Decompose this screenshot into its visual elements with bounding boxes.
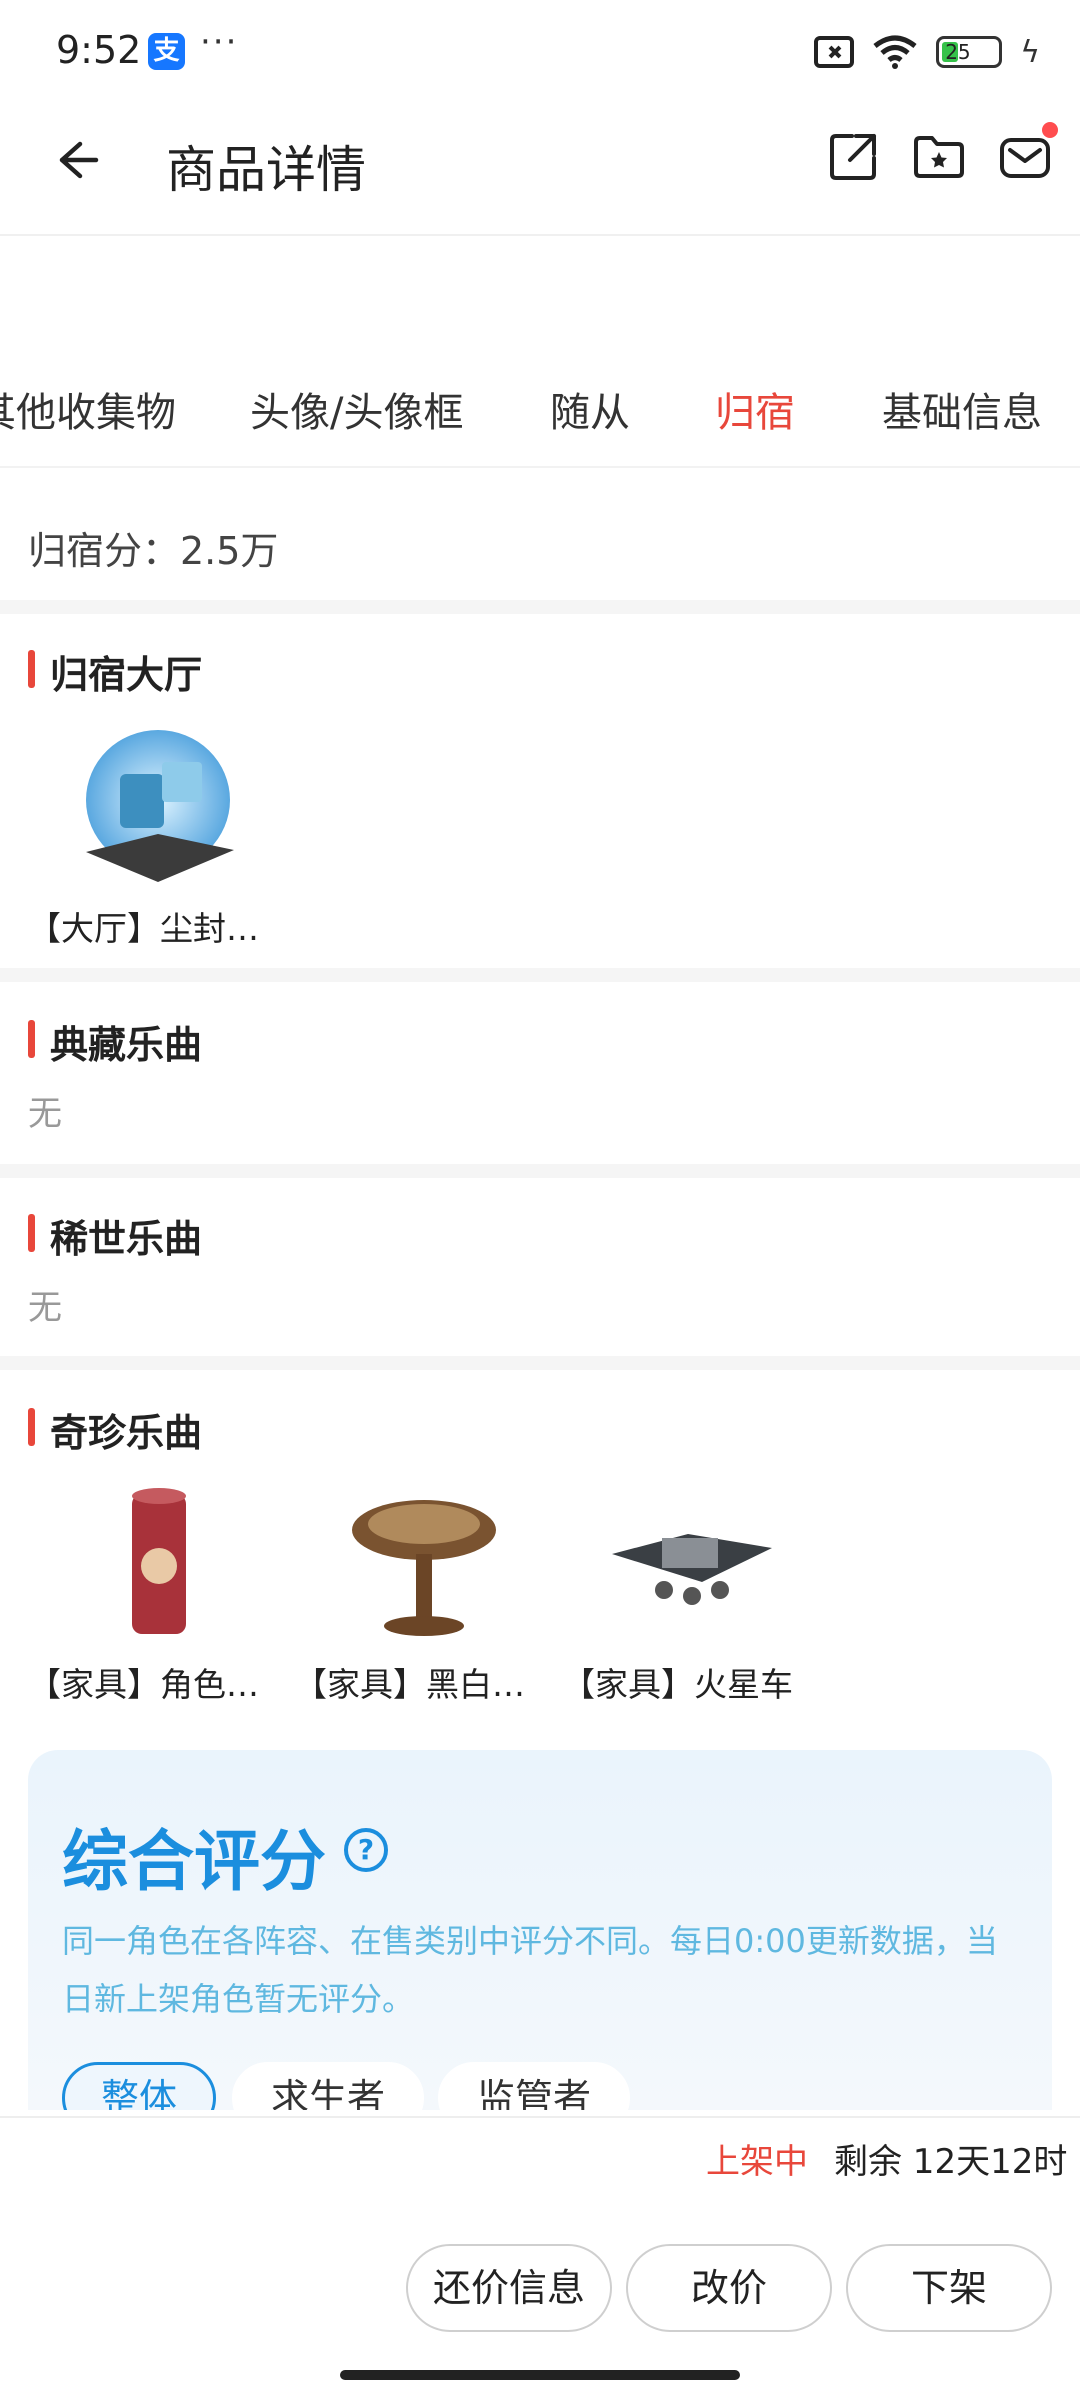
treasure-item-name: 【家具】角色… — [28, 1665, 259, 1704]
page-title: 商品详情 — [166, 141, 366, 199]
treasure-item-name: 【家具】火星车 — [562, 1665, 793, 1704]
classic-music-empty: 无 — [28, 1094, 62, 1134]
home-score-section: 归宿分：2.5万 — [0, 470, 1080, 600]
unread-dot-badge — [1042, 122, 1058, 138]
section-title-hall: 归宿大厅 — [28, 644, 202, 699]
tab-other-collectibles[interactable]: 其他收集物 — [0, 380, 176, 438]
listing-status: 上架中 — [706, 2142, 808, 2182]
section-title-treasure-music: 奇珍乐曲 — [28, 1402, 202, 1457]
favorite-folder-icon[interactable] — [912, 130, 966, 184]
back-arrow-icon[interactable] — [48, 130, 108, 190]
tab-basic-info[interactable]: 基础信息 — [882, 380, 1042, 438]
wifi-icon — [873, 35, 917, 69]
treasure-item[interactable]: 【家具】角色… — [28, 1478, 298, 1706]
tab-avatar-frame[interactable]: 头像/头像框 — [250, 380, 463, 438]
filter-pill-overall[interactable]: 整体 — [62, 2062, 217, 2110]
filter-pill-hunter[interactable]: 监管者 — [438, 2062, 631, 2110]
no-sim-icon — [814, 36, 855, 68]
change-price-button[interactable]: 改价 — [626, 2244, 832, 2332]
furniture-thumbnail — [132, 1488, 186, 1634]
section-title-rare-music: 稀世乐曲 — [28, 1208, 202, 1263]
treasure-item-name: 【家具】黑白… — [294, 1665, 525, 1704]
furniture-thumbnail — [352, 1500, 496, 1636]
home-score: 归宿分：2.5万 — [28, 529, 279, 573]
filter-pill-survivor[interactable]: 求生者 — [232, 2062, 425, 2110]
remaining-time: 剩余 12天12时 — [834, 2142, 1068, 2182]
overall-rating-card: 综合评分 ? 同一角色在各阵容、在售类别中评分不同。每日0:00更新数据，当日新… — [28, 1750, 1052, 2110]
share-icon[interactable] — [826, 130, 880, 184]
status-bar: 9:52 支 ··· 25 ϟ — [0, 0, 1080, 100]
category-tabs: 其他收集物 头像/头像框 随从 归宿 基础信息 — [0, 350, 1080, 468]
hall-item-name: 【大厅】尘封… — [28, 909, 259, 948]
section-divider — [0, 968, 1080, 982]
rating-description: 同一角色在各阵容、在售类别中评分不同。每日0:00更新数据，当日新上架角色暂无评… — [62, 1922, 998, 2018]
message-button[interactable] — [998, 122, 1058, 184]
treasure-item[interactable]: 【家具】火星车 — [562, 1478, 832, 1706]
hall-thumbnail — [86, 730, 234, 882]
tab-followers[interactable]: 随从 — [550, 380, 630, 438]
home-indicator[interactable] — [340, 2370, 740, 2380]
notification-more-icon: ··· — [200, 22, 239, 62]
section-divider — [0, 1164, 1080, 1178]
section-title-classic-music: 典藏乐曲 — [28, 1014, 202, 1069]
treasure-item[interactable]: 【家具】黑白… — [294, 1478, 564, 1706]
rare-music-empty: 无 — [28, 1288, 62, 1328]
status-time: 9:52 — [56, 28, 142, 72]
rating-title: 综合评分 — [62, 1823, 326, 1900]
hall-item[interactable]: 【大厅】尘封… — [28, 722, 298, 950]
tab-home[interactable]: 归宿 — [715, 380, 795, 438]
status-icons: 25 ϟ — [814, 30, 1040, 74]
charging-icon: ϟ — [1020, 34, 1040, 70]
mars-rover-thumbnail — [612, 1534, 772, 1605]
help-icon[interactable]: ? — [344, 1828, 388, 1872]
nav-bar: 商品详情 — [0, 100, 1080, 236]
take-down-button[interactable]: 下架 — [846, 2244, 1052, 2332]
counter-offer-button[interactable]: 还价信息 — [406, 2244, 612, 2332]
alipay-icon: 支 — [148, 33, 185, 70]
section-divider — [0, 1356, 1080, 1370]
section-divider — [0, 600, 1080, 614]
battery-icon: 25 — [936, 36, 1003, 68]
mail-icon — [1000, 138, 1050, 178]
